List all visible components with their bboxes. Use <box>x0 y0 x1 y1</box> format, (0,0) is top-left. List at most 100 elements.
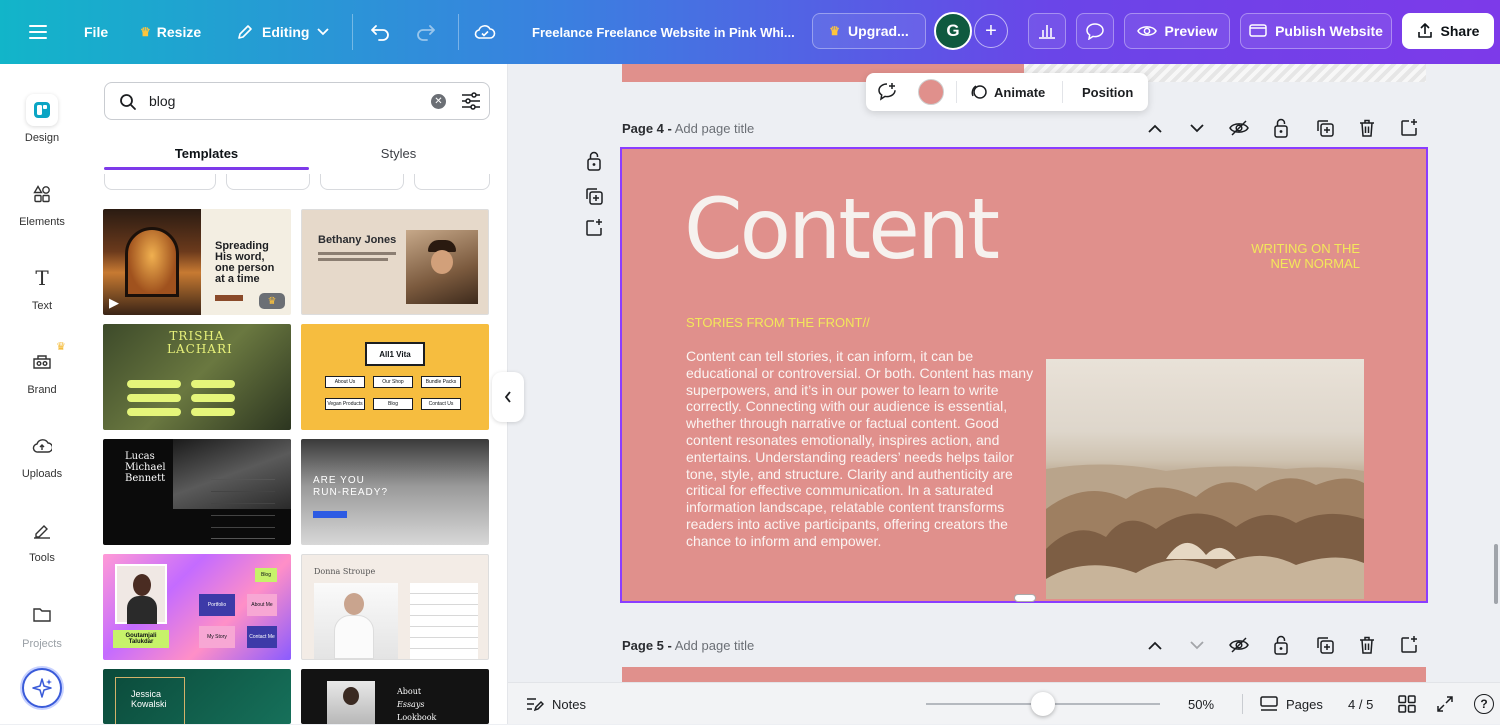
grid-view-button[interactable] <box>1398 695 1416 713</box>
resize-handle[interactable] <box>1014 594 1036 602</box>
share-button[interactable]: Share <box>1402 13 1494 49</box>
duplicate-page-button[interactable] <box>1314 634 1336 656</box>
page-5-canvas[interactable] <box>622 667 1426 682</box>
rail-item-tools[interactable]: Tools <box>0 504 84 574</box>
zoom-level[interactable]: 50% <box>1188 683 1214 725</box>
template-card[interactable]: All1 Vita About Us Our Shop Bundle Packs… <box>301 324 489 430</box>
page-4-canvas[interactable]: Content WRITING ON THE NEW NORMAL STORIE… <box>620 147 1428 603</box>
undo-button[interactable] <box>370 0 390 64</box>
filter-chip[interactable] <box>320 174 404 190</box>
tab-styles[interactable]: Styles <box>296 136 501 170</box>
landscape-photo[interactable] <box>1046 359 1364 599</box>
rail-item-projects[interactable]: Projects <box>0 588 84 658</box>
rail-item-elements[interactable]: Elements <box>0 168 84 238</box>
lock-page-button[interactable] <box>1270 634 1292 656</box>
vertical-scrollbar[interactable] <box>1494 544 1498 604</box>
page-title-input[interactable]: Add page title <box>675 121 755 136</box>
filter-icon[interactable] <box>461 92 481 110</box>
preview-button[interactable]: Preview <box>1124 13 1230 49</box>
move-page-up-button[interactable] <box>1144 634 1166 656</box>
delete-page-button[interactable] <box>1356 634 1378 656</box>
share-icon <box>1417 23 1432 38</box>
comment-add-button[interactable] <box>876 81 898 103</box>
template-card[interactable]: About Essays Lookbook <box>301 669 489 724</box>
filter-chip[interactable] <box>226 174 310 190</box>
notes-button[interactable]: Notes <box>526 683 586 725</box>
lock-element-button[interactable] <box>583 150 605 172</box>
template-photo <box>115 564 167 624</box>
template-pill <box>191 394 235 402</box>
user-avatar[interactable]: G <box>934 12 972 50</box>
tab-templates[interactable]: Templates <box>104 136 309 170</box>
move-page-down-button[interactable] <box>1186 634 1208 656</box>
divider <box>956 81 957 103</box>
template-title-line: Lucas <box>125 451 155 462</box>
template-card[interactable]: Goutamjali Talukdar Blog Portfolio About… <box>103 554 291 660</box>
zoom-slider-thumb[interactable] <box>1031 692 1055 716</box>
rail-item-uploads[interactable]: Uploads <box>0 420 84 490</box>
rail-item-design[interactable]: Design <box>0 84 84 154</box>
projects-icon <box>26 598 58 630</box>
hide-page-button[interactable] <box>1228 634 1250 656</box>
add-page-button[interactable] <box>1398 117 1420 139</box>
add-page-button[interactable] <box>1398 634 1420 656</box>
delete-page-button[interactable] <box>1356 117 1378 139</box>
file-menu[interactable]: File <box>84 0 108 64</box>
slide-heading[interactable]: Content <box>684 177 1000 281</box>
slide-body[interactable]: Content can tell stories, it can inform,… <box>686 348 1038 550</box>
hide-page-button[interactable] <box>1228 117 1250 139</box>
template-card[interactable]: ▶ Spreading His word, one person at a ti… <box>103 209 291 315</box>
add-element-button[interactable] <box>583 217 605 239</box>
duplicate-page-button[interactable] <box>1314 117 1336 139</box>
template-card[interactable]: TRISHA LACHARI <box>103 324 291 430</box>
fullscreen-button[interactable] <box>1436 695 1454 713</box>
template-menu-item: Lookbook <box>397 713 437 722</box>
rail-item-text[interactable]: T Text <box>0 252 84 322</box>
search-icon <box>120 94 136 110</box>
redo-button[interactable] <box>416 0 436 64</box>
duplicate-element-button[interactable] <box>583 185 605 207</box>
plus-icon: + <box>985 19 997 42</box>
divider <box>1062 81 1063 103</box>
document-title[interactable]: Freelance Freelance Website in Pink Whi.… <box>532 0 795 64</box>
duplicate-icon <box>1317 637 1334 654</box>
move-page-down-button[interactable] <box>1186 117 1208 139</box>
template-card[interactable]: Lucas Michael Bennett <box>103 439 291 545</box>
template-photo <box>314 583 398 659</box>
page-5-header[interactable]: Page 5 - Add page title <box>622 638 754 653</box>
slide-tagline[interactable]: WRITING ON THE NEW NORMAL <box>1251 241 1360 271</box>
cloud-check-icon <box>474 25 496 39</box>
template-card[interactable]: ARE YOU RUN-READY? <box>301 439 489 545</box>
page-4-header[interactable]: Page 4 - Add page title <box>622 121 754 136</box>
rail-item-brand[interactable]: Brand ♛ <box>0 336 84 406</box>
template-pill <box>191 408 235 416</box>
comments-button[interactable] <box>1076 13 1114 49</box>
clear-search-button[interactable]: ✕ <box>431 94 446 109</box>
animate-button[interactable]: Animate <box>970 73 1045 111</box>
template-card[interactable]: Donna Stroupe <box>301 554 489 660</box>
help-button[interactable]: ? <box>1474 694 1494 714</box>
color-swatch[interactable] <box>918 79 944 105</box>
filter-chip[interactable] <box>414 174 490 190</box>
zoom-slider[interactable] <box>926 692 1160 716</box>
search-input[interactable] <box>149 91 419 111</box>
add-collaborator-button[interactable]: + <box>974 14 1008 48</box>
filter-chip[interactable] <box>104 174 216 190</box>
magic-assistant-button[interactable] <box>22 668 62 708</box>
crown-icon: ♛ <box>829 24 841 38</box>
move-page-up-button[interactable] <box>1144 117 1166 139</box>
template-card[interactable]: Jessica Kowalski <box>103 669 291 724</box>
main-menu-button[interactable] <box>28 0 48 64</box>
editing-mode-dropdown[interactable]: Editing <box>236 0 330 64</box>
slide-subheading[interactable]: STORIES FROM THE FRONT// <box>686 315 870 330</box>
template-card[interactable]: Bethany Jones <box>301 209 489 315</box>
insights-button[interactable] <box>1028 13 1066 49</box>
pages-button[interactable]: Pages <box>1260 683 1323 725</box>
position-button[interactable]: Position <box>1082 73 1133 111</box>
page-title-input[interactable]: Add page title <box>675 638 755 653</box>
resize-button[interactable]: ♛ Resize <box>140 0 201 64</box>
cloud-save-status[interactable] <box>474 0 496 64</box>
upgrade-button[interactable]: ♛ Upgrad... <box>812 13 926 49</box>
publish-website-button[interactable]: Publish Website <box>1240 13 1392 49</box>
lock-page-button[interactable] <box>1270 117 1292 139</box>
